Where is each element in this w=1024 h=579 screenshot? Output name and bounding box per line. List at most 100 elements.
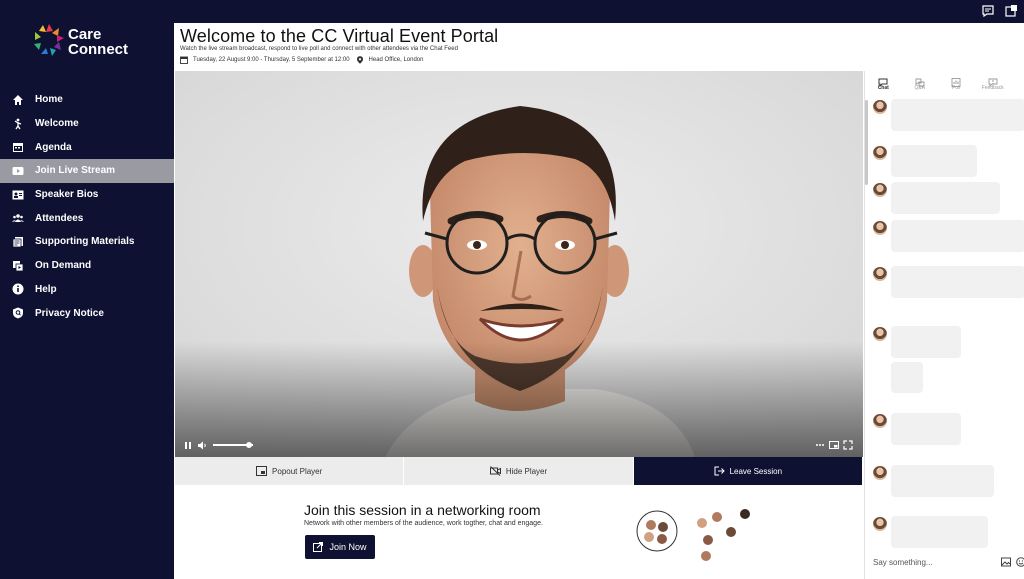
sidebar-item-label: Agenda xyxy=(35,141,72,153)
chat-message-input[interactable] xyxy=(873,553,1019,571)
avatar xyxy=(873,327,887,341)
networking-room-section: Join this session in a networking room N… xyxy=(175,485,863,579)
sidebar-item-home[interactable]: Home xyxy=(0,88,174,112)
leave-session-label: Leave Session xyxy=(729,466,783,476)
avatar xyxy=(873,517,887,531)
sidebar-item-label: Attendees xyxy=(35,212,84,224)
networking-group-illustration xyxy=(636,509,750,561)
networking-title: Join this session in a networking room xyxy=(304,502,541,518)
sidebar-item-agenda[interactable]: Agenda xyxy=(0,135,174,159)
sidebar-item-label: On Demand xyxy=(35,260,92,272)
avatar xyxy=(873,183,887,197)
chat-panel: Chat Q&A Poll Feedback xyxy=(864,71,1024,579)
tab-label: Chat xyxy=(877,85,889,91)
image-upload-icon[interactable] xyxy=(1001,557,1011,567)
avatar xyxy=(873,267,887,281)
tab-label: Poll xyxy=(952,85,961,91)
picture-in-picture-icon[interactable] xyxy=(829,440,839,450)
volume-icon[interactable] xyxy=(197,441,207,450)
avatar xyxy=(873,414,887,428)
fullscreen-icon[interactable] xyxy=(843,440,853,450)
event-meta: Tuesday, 22 August 9:00 - Thursday, 5 Se… xyxy=(180,56,423,64)
location-pin-icon xyxy=(356,56,364,64)
sidebar-item-attendees[interactable]: Attendees xyxy=(0,206,174,230)
sidebar-item-on-demand[interactable]: On Demand xyxy=(0,254,174,278)
chat-message-bubble xyxy=(891,413,961,445)
notification-icon[interactable] xyxy=(1004,4,1018,18)
sidebar-item-label: Supporting Materials xyxy=(35,236,135,248)
logo-mark-icon xyxy=(34,24,64,56)
feedback-tab-icon xyxy=(988,74,998,88)
sidebar-item-label: Home xyxy=(35,94,63,106)
sidebar-item-label: Privacy Notice xyxy=(35,307,104,319)
chat-message-bubble xyxy=(891,326,961,358)
home-icon xyxy=(12,94,24,106)
page-header: Welcome to the CC Virtual Event Portal W… xyxy=(174,23,1024,71)
calendar-icon xyxy=(180,56,188,64)
hide-video-icon xyxy=(489,466,501,476)
chat-message-bubble xyxy=(891,220,1024,252)
avatar xyxy=(873,100,887,114)
emoji-icon[interactable] xyxy=(1016,557,1024,567)
external-link-icon xyxy=(313,542,324,552)
logo[interactable]: Care Connect xyxy=(32,16,152,64)
popout-icon xyxy=(256,466,268,476)
on-demand-icon xyxy=(12,260,24,272)
sidebar-item-welcome[interactable]: Welcome xyxy=(0,112,174,136)
avatar xyxy=(873,146,887,160)
sidebar-item-help[interactable]: Help xyxy=(0,278,174,302)
hide-player-button[interactable]: Hide Player xyxy=(404,457,634,485)
page-subtitle: Watch the live stream broadcast, respond… xyxy=(180,46,458,52)
chat-message-bubble xyxy=(891,266,1024,298)
video-player[interactable] xyxy=(175,71,863,457)
join-now-label: Join Now xyxy=(329,542,367,552)
chat-message-bubble xyxy=(891,362,923,393)
chat-message-bubble xyxy=(891,182,1000,214)
attendees-icon xyxy=(12,212,24,224)
tab-qa[interactable]: Q&A xyxy=(902,71,939,98)
volume-slider-knob[interactable] xyxy=(246,442,252,448)
video-controls xyxy=(175,435,863,457)
tab-chat[interactable]: Chat xyxy=(865,71,902,98)
main-panel: Welcome to the CC Virtual Event Portal W… xyxy=(174,23,1024,579)
chat-message-bubble xyxy=(891,145,977,177)
poll-tab-icon xyxy=(951,74,961,87)
sidebar: Care Connect Home Welcome Agenda Join Li… xyxy=(0,0,174,579)
volume-slider[interactable] xyxy=(213,442,255,448)
tab-label: Q&A xyxy=(914,85,926,91)
speaker-bios-icon xyxy=(12,189,24,201)
join-now-button[interactable]: Join Now xyxy=(305,535,375,559)
page-title: Welcome to the CC Virtual Event Portal xyxy=(180,26,499,46)
chat-icon[interactable] xyxy=(981,4,995,18)
sidebar-item-label: Welcome xyxy=(35,118,79,130)
qa-tab-icon xyxy=(915,74,925,88)
avatar xyxy=(873,466,887,480)
sidebar-item-speaker-bios[interactable]: Speaker Bios xyxy=(0,183,174,207)
tab-feedback[interactable]: Feedback xyxy=(975,71,1012,98)
sidebar-item-privacy-notice[interactable]: Privacy Notice xyxy=(0,301,174,325)
chat-tab-icon xyxy=(878,74,888,88)
sidebar-item-supporting-materials[interactable]: Supporting Materials xyxy=(0,230,174,254)
more-options-icon[interactable] xyxy=(815,440,825,450)
leave-session-button[interactable]: Leave Session xyxy=(633,457,863,485)
tab-label: Feedback xyxy=(981,85,1004,91)
documents-icon xyxy=(12,236,24,248)
logo-line-1: Care xyxy=(68,26,102,43)
popout-player-button[interactable]: Popout Player xyxy=(175,457,405,485)
pause-icon[interactable] xyxy=(184,441,192,450)
sidebar-item-label: Join Live Stream xyxy=(35,165,116,177)
logo-line-2: Connect xyxy=(68,41,128,58)
sidebar-item-label: Speaker Bios xyxy=(35,189,99,201)
chat-message-bubble xyxy=(891,465,994,497)
chat-scrollbar[interactable] xyxy=(865,100,868,185)
hide-player-label: Hide Player xyxy=(505,466,548,476)
play-icon xyxy=(12,165,24,177)
chat-message-bubble xyxy=(891,516,988,548)
chat-tabs: Chat Q&A Poll Feedback xyxy=(865,71,1024,98)
tab-poll[interactable]: Poll xyxy=(938,71,975,98)
sidebar-item-join-live-stream[interactable]: Join Live Stream xyxy=(0,159,174,183)
privacy-icon xyxy=(12,307,24,319)
avatar xyxy=(873,221,887,235)
networking-description: Network with other members of the audien… xyxy=(304,520,543,527)
player-action-bar: Popout Player Hide Player Leave Session xyxy=(175,457,863,485)
